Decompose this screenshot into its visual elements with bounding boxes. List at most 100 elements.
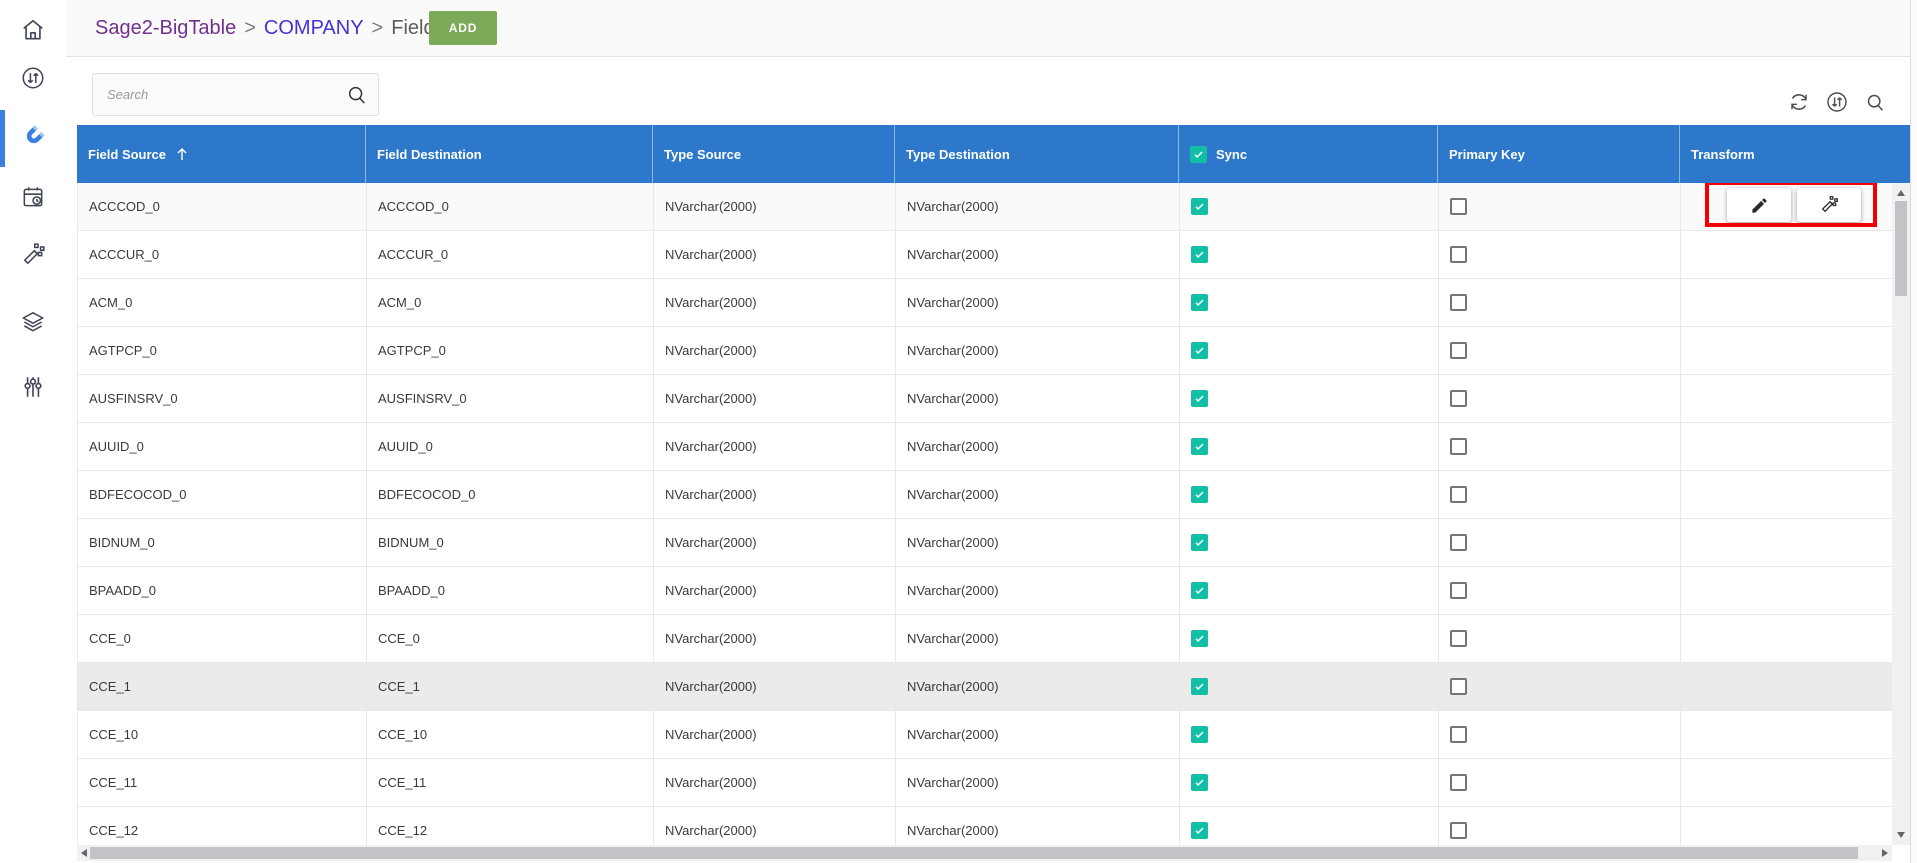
sync-checkbox[interactable] — [1191, 294, 1208, 311]
search-box — [92, 73, 379, 116]
column-header-field-destination[interactable]: Field Destination — [366, 125, 653, 183]
field-destination-cell: ACM_0 — [367, 279, 654, 327]
table-row[interactable]: ACM_0ACM_0NVarchar(2000)NVarchar(2000) — [78, 279, 1910, 327]
breadcrumb: Sage2-BigTable > COMPANY > Fields — [95, 0, 445, 56]
primary-key-checkbox[interactable] — [1450, 534, 1467, 551]
column-header-primary-key[interactable]: Primary Key — [1438, 125, 1680, 183]
search-icon — [346, 84, 368, 111]
sync-checkbox[interactable] — [1191, 726, 1208, 743]
primary-key-cell — [1439, 759, 1681, 807]
horizontal-scroll-thumb[interactable] — [90, 847, 1858, 859]
transform-cell — [1681, 231, 1910, 279]
primary-key-checkbox[interactable] — [1450, 726, 1467, 743]
table-row[interactable]: ACCCUR_0ACCCUR_0NVarchar(2000)NVarchar(2… — [78, 231, 1910, 279]
primary-key-checkbox[interactable] — [1450, 774, 1467, 791]
import-export-icon — [20, 65, 46, 91]
table-header: Field Source Field Destination Type Sour… — [77, 125, 1910, 183]
breadcrumb-root[interactable]: Sage2-BigTable — [95, 17, 236, 40]
table-row[interactable]: ACCCOD_0ACCCOD_0NVarchar(2000)NVarchar(2… — [78, 183, 1910, 231]
vertical-scroll-thumb[interactable] — [1895, 201, 1907, 296]
field-destination-cell: CCE_12 — [367, 807, 654, 845]
field-source-cell: CCE_0 — [78, 615, 367, 663]
table-row[interactable]: AUUID_0AUUID_0NVarchar(2000)NVarchar(200… — [78, 423, 1910, 471]
sync-cell — [1180, 423, 1439, 471]
field-destination-cell: ACCCUR_0 — [367, 231, 654, 279]
sync-checkbox[interactable] — [1191, 630, 1208, 647]
primary-key-cell — [1439, 471, 1681, 519]
sync-checkbox[interactable] — [1191, 486, 1208, 503]
table-row[interactable]: AUSFINSRV_0AUSFINSRV_0NVarchar(2000)NVar… — [78, 375, 1910, 423]
type-destination-cell: NVarchar(2000) — [896, 519, 1180, 567]
sync-checkbox[interactable] — [1191, 822, 1208, 839]
table-row[interactable]: CCE_10CCE_10NVarchar(2000)NVarchar(2000) — [78, 711, 1910, 759]
column-header-type-source[interactable]: Type Source — [653, 125, 895, 183]
primary-key-checkbox[interactable] — [1450, 822, 1467, 839]
type-destination-cell: NVarchar(2000) — [896, 759, 1180, 807]
table-row[interactable]: CCE_12CCE_12NVarchar(2000)NVarchar(2000) — [78, 807, 1910, 845]
sidebar-item-home[interactable] — [0, 6, 66, 54]
field-source-cell: CCE_12 — [78, 807, 367, 845]
sync-checkbox[interactable] — [1191, 678, 1208, 695]
sync-checkbox[interactable] — [1191, 534, 1208, 551]
primary-key-checkbox[interactable] — [1450, 486, 1467, 503]
sidebar-item-magnet[interactable] — [0, 113, 66, 161]
sidebar-item-tune[interactable] — [0, 363, 66, 411]
transform-button[interactable] — [1797, 188, 1861, 222]
sidebar-item-magic-wand[interactable] — [0, 231, 66, 279]
scroll-left-arrow[interactable] — [81, 849, 87, 857]
sidebar-item-import-export[interactable] — [0, 54, 66, 102]
table-row[interactable]: AGTPCP_0AGTPCP_0NVarchar(2000)NVarchar(2… — [78, 327, 1910, 375]
primary-key-checkbox[interactable] — [1450, 198, 1467, 215]
primary-key-checkbox[interactable] — [1450, 294, 1467, 311]
sync-cell — [1180, 231, 1439, 279]
horizontal-scrollbar[interactable] — [77, 845, 1892, 861]
scroll-right-arrow[interactable] — [1882, 849, 1888, 857]
primary-key-checkbox[interactable] — [1450, 678, 1467, 695]
scroll-down-arrow[interactable] — [1897, 832, 1905, 838]
table-row[interactable]: CCE_11CCE_11NVarchar(2000)NVarchar(2000) — [78, 759, 1910, 807]
sync-all-checkbox[interactable] — [1190, 146, 1207, 163]
edit-button[interactable] — [1727, 188, 1791, 222]
table-search-button[interactable] — [1861, 88, 1889, 116]
table-row[interactable]: CCE_0CCE_0NVarchar(2000)NVarchar(2000) — [78, 615, 1910, 663]
search-input[interactable] — [93, 74, 378, 115]
scroll-up-arrow[interactable] — [1897, 190, 1905, 196]
primary-key-checkbox[interactable] — [1450, 630, 1467, 647]
primary-key-checkbox[interactable] — [1450, 438, 1467, 455]
field-destination-cell: AUUID_0 — [367, 423, 654, 471]
field-source-cell: CCE_10 — [78, 711, 367, 759]
refresh-button[interactable] — [1785, 88, 1813, 116]
table-row[interactable]: BPAADD_0BPAADD_0NVarchar(2000)NVarchar(2… — [78, 567, 1910, 615]
table-row[interactable]: CCE_1CCE_1NVarchar(2000)NVarchar(2000) — [78, 663, 1910, 711]
primary-key-checkbox[interactable] — [1450, 390, 1467, 407]
transform-cell — [1681, 423, 1910, 471]
sync-checkbox[interactable] — [1191, 342, 1208, 359]
sync-checkbox[interactable] — [1191, 390, 1208, 407]
sidebar-item-schedule[interactable] — [0, 173, 66, 221]
sync-checkbox[interactable] — [1191, 438, 1208, 455]
table-toolbar — [1785, 88, 1889, 116]
primary-key-cell — [1439, 519, 1681, 567]
type-source-cell: NVarchar(2000) — [654, 183, 896, 231]
sync-checkbox[interactable] — [1191, 582, 1208, 599]
primary-key-checkbox[interactable] — [1450, 342, 1467, 359]
primary-key-checkbox[interactable] — [1450, 246, 1467, 263]
table-row[interactable]: BIDNUM_0BIDNUM_0NVarchar(2000)NVarchar(2… — [78, 519, 1910, 567]
sidebar-item-layers[interactable] — [0, 298, 66, 346]
type-source-cell: NVarchar(2000) — [654, 711, 896, 759]
column-header-sync[interactable]: Sync — [1179, 125, 1438, 183]
sync-cell — [1180, 759, 1439, 807]
vertical-scrollbar[interactable] — [1892, 183, 1910, 845]
column-header-type-destination[interactable]: Type Destination — [895, 125, 1179, 183]
table-row[interactable]: BDFECOCOD_0BDFECOCOD_0NVarchar(2000)NVar… — [78, 471, 1910, 519]
sync-checkbox[interactable] — [1191, 198, 1208, 215]
add-button[interactable]: ADD — [429, 11, 497, 45]
breadcrumb-parent[interactable]: COMPANY — [264, 17, 364, 40]
sync-checkbox[interactable] — [1191, 246, 1208, 263]
sync-direction-button[interactable] — [1823, 88, 1851, 116]
column-header-transform[interactable]: Transform — [1680, 125, 1910, 183]
type-destination-cell: NVarchar(2000) — [896, 711, 1180, 759]
column-header-field-source[interactable]: Field Source — [77, 125, 366, 183]
primary-key-checkbox[interactable] — [1450, 582, 1467, 599]
sync-checkbox[interactable] — [1191, 774, 1208, 791]
